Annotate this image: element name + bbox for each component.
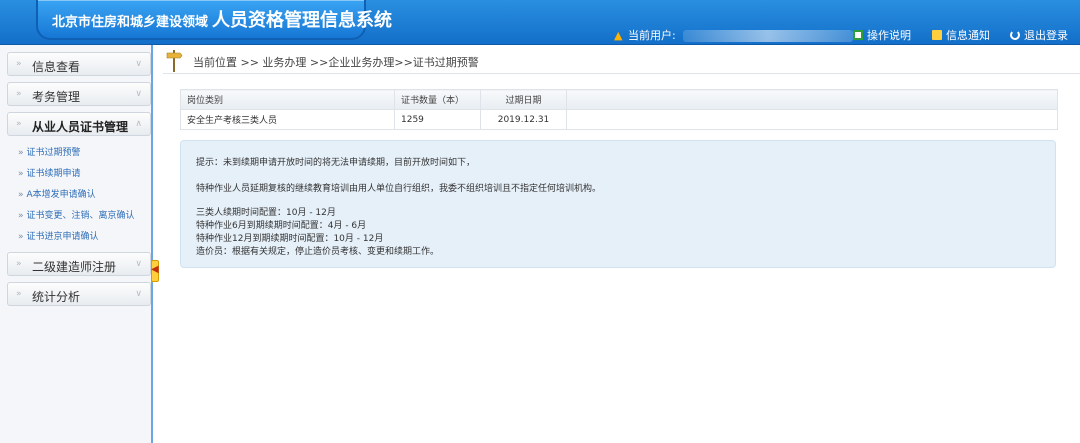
breadcrumb-text: 当前位置 >> 业务办理 >>企业业务办理>>证书过期预警	[193, 56, 479, 69]
double-arrow-icon: »	[18, 232, 24, 242]
mail-icon	[932, 30, 942, 40]
logout-label: 退出登录	[1024, 29, 1068, 42]
renewal-notice-box: 提示：未到续期申请开放时间的将无法申请续期，目前开放时间如下， 特种作业人员延期…	[180, 140, 1056, 268]
system-title: 北京市住房和城乡建设领域 人员资格管理信息系统	[52, 6, 392, 32]
menu-constructor-registration[interactable]: » 二级建造师注册 ∨	[7, 252, 151, 276]
logout-link[interactable]: 退出登录	[1010, 27, 1068, 43]
caret-left-icon: ◀	[151, 264, 159, 275]
menu-label: 从业人员证书管理	[32, 120, 129, 134]
operation-guide-label: 操作说明	[867, 29, 911, 42]
menu-bullet-icon: »	[16, 89, 22, 99]
menu-label: 统计分析	[32, 290, 81, 304]
double-arrow-icon: »	[18, 190, 24, 200]
signpost-icon	[166, 50, 183, 72]
menu-bullet-icon: »	[16, 289, 22, 299]
submenu-label: 证书变更、注销、离京确认	[26, 211, 135, 221]
system-logo: 北京市住房和城乡建设领域 人员资格管理信息系统	[36, 0, 392, 40]
submenu-a-book-issue[interactable]: » A本增发申请确认	[18, 187, 96, 200]
menu-bullet-icon: »	[16, 259, 22, 269]
operation-guide-link[interactable]: 操作说明	[853, 27, 911, 43]
notifications-label: 信息通知	[946, 29, 990, 42]
submenu-label: 证书续期申请	[26, 169, 81, 179]
user-icon: ▲	[614, 29, 623, 42]
double-arrow-icon: »	[18, 169, 24, 179]
submenu-label: 证书进京申请确认	[26, 232, 99, 242]
breadcrumb: 当前位置 >> 业务办理 >>企业业务办理>>证书过期预警	[163, 48, 1080, 74]
cell-expiry-date: 2019.12.31	[480, 109, 567, 130]
col-header-expiry-date: 过期日期	[480, 89, 567, 110]
menu-statistics[interactable]: » 统计分析 ∨	[7, 282, 151, 306]
cert-expiry-table: 岗位类别 证书数量（本） 过期日期 安全生产考核三类人员 1259 2019.1…	[180, 89, 1058, 130]
chevron-down-icon: ∨	[135, 289, 142, 299]
notice-line: 三类人续期时间配置：10月 - 12月	[196, 208, 336, 218]
power-icon	[1010, 30, 1020, 40]
current-user: ▲ 当前用户:	[614, 27, 854, 43]
table-header-row: 岗位类别 证书数量（本） 过期日期	[180, 89, 1058, 110]
double-arrow-icon: »	[18, 148, 24, 158]
menu-label: 二级建造师注册	[32, 260, 117, 274]
chevron-down-icon: ∨	[135, 89, 142, 99]
menu-bullet-icon: »	[16, 119, 22, 129]
submenu-label: 证书过期预警	[26, 148, 81, 158]
double-arrow-icon: »	[18, 211, 24, 221]
cell-cert-count: 1259	[394, 109, 481, 130]
chevron-up-icon: ∧	[135, 119, 142, 129]
col-header-cert-count: 证书数量（本）	[394, 89, 481, 110]
cell-blank	[566, 109, 1058, 130]
system-title-name: 人员资格管理信息系统	[212, 10, 393, 31]
submenu-cert-change-cancel[interactable]: » 证书变更、注销、离京确认	[18, 208, 135, 221]
menu-label: 考务管理	[32, 90, 81, 104]
menu-bullet-icon: »	[16, 59, 22, 69]
notice-line: 造价员：根据有关规定，停止造价员考核、变更和续期工作。	[196, 247, 440, 257]
table-row: 安全生产考核三类人员 1259 2019.12.31	[180, 109, 1058, 130]
menu-label: 信息查看	[32, 60, 81, 74]
sidebar-collapse-toggle[interactable]: ◀	[151, 260, 159, 282]
notice-line: 特种作业12月到期续期时间配置：10月 - 12月	[196, 234, 384, 244]
current-user-label: 当前用户:	[627, 29, 676, 42]
notice-line: 特种作业6月到期续期时间配置：4月 - 6月	[196, 221, 367, 231]
submenu-cert-renewal[interactable]: » 证书续期申请	[18, 166, 81, 179]
guide-icon	[853, 30, 863, 40]
top-header: 北京市住房和城乡建设领域 人员资格管理信息系统 ▲ 当前用户: 操作说明 信息通知…	[0, 0, 1080, 45]
menu-certificate-management[interactable]: » 从业人员证书管理 ∧	[7, 112, 151, 136]
system-title-org: 北京市住房和城乡建设领域	[52, 15, 209, 30]
menu-exam-management[interactable]: » 考务管理 ∨	[7, 82, 151, 106]
chevron-down-icon: ∨	[135, 259, 142, 269]
menu-info-view[interactable]: » 信息查看 ∨	[7, 52, 151, 76]
sidebar: » 信息查看 ∨ » 考务管理 ∨ » 从业人员证书管理 ∧ » 证书过期预警 »…	[0, 45, 153, 443]
notifications-link[interactable]: 信息通知	[932, 27, 990, 43]
notice-line: 特种作业人员延期复核的继续教育培训由用人单位自行组织，我委不组织培训且不指定任何…	[196, 184, 602, 194]
submenu-cert-enter-beijing[interactable]: » 证书进京申请确认	[18, 229, 99, 242]
submenu-label: A本增发申请确认	[26, 190, 96, 200]
chevron-down-icon: ∨	[135, 59, 142, 69]
submenu-cert-expiry-warning[interactable]: » 证书过期预警	[18, 145, 81, 158]
col-header-blank	[566, 89, 1058, 110]
current-user-name-redacted	[683, 30, 854, 42]
cell-position-type: 安全生产考核三类人员	[180, 109, 395, 130]
col-header-position-type: 岗位类别	[180, 89, 395, 110]
notice-line: 提示：未到续期申请开放时间的将无法申请续期，目前开放时间如下，	[196, 158, 476, 168]
